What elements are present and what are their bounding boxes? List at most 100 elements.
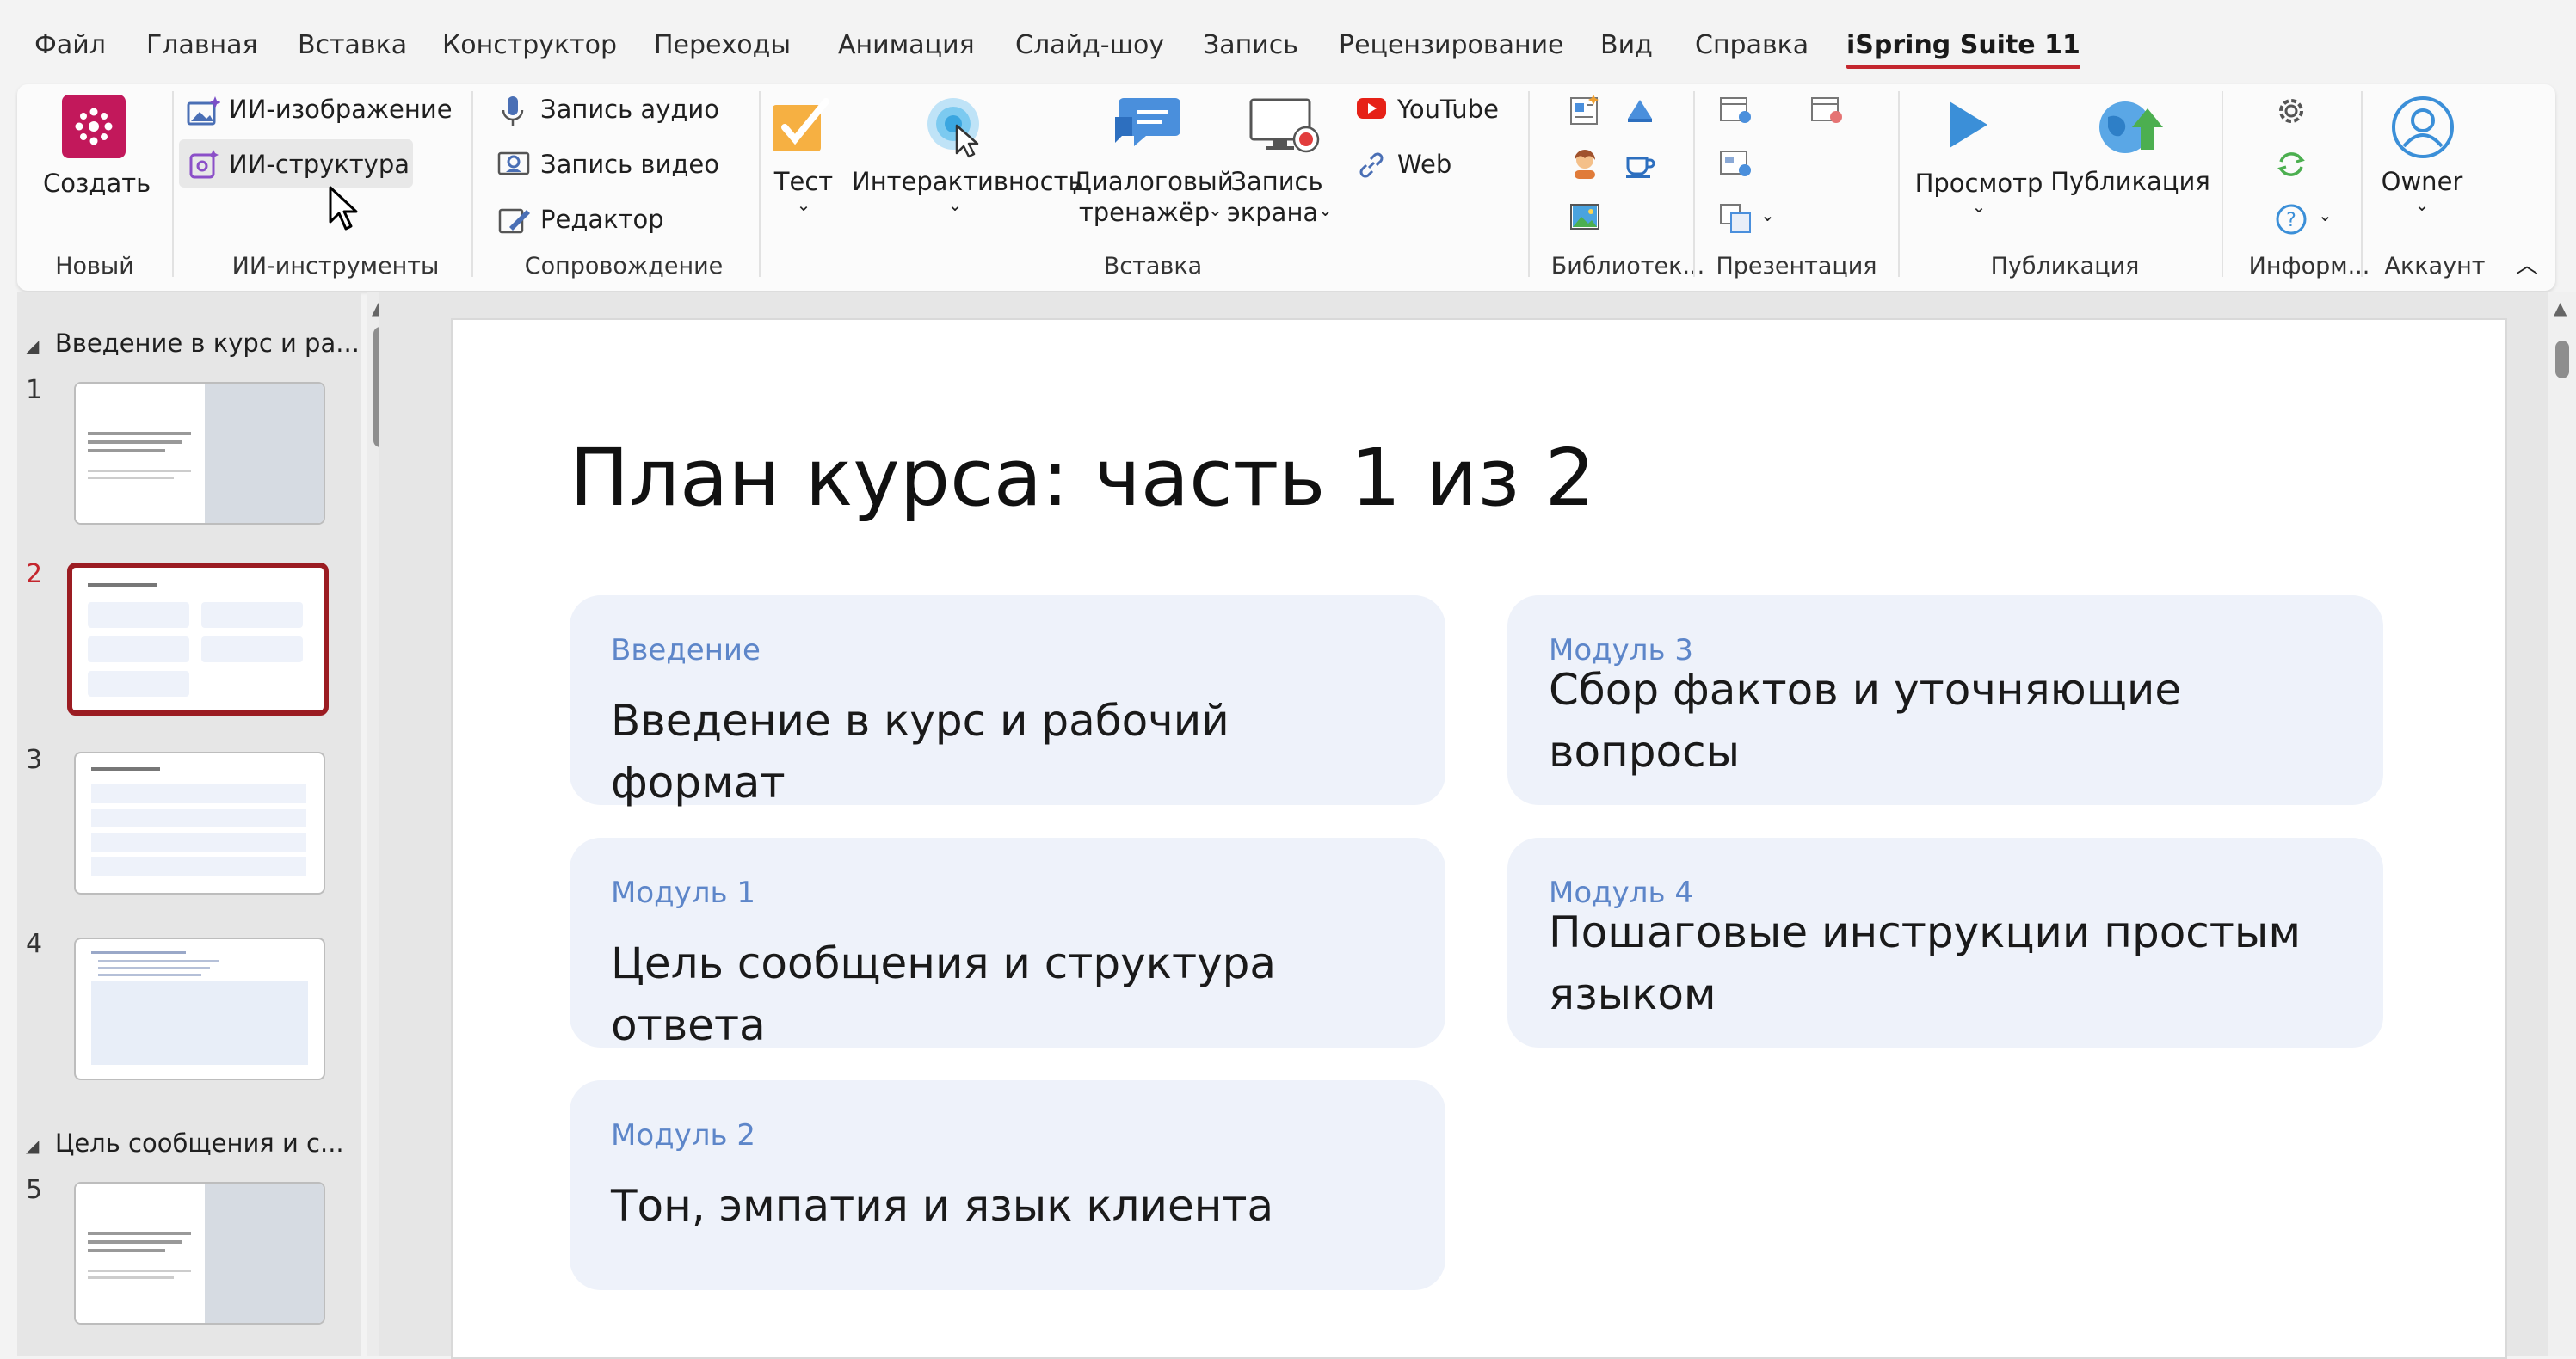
tab-design[interactable]: Конструктор bbox=[442, 24, 617, 67]
tab-view[interactable]: Вид bbox=[1600, 24, 1653, 67]
user-avatar-icon[interactable] bbox=[2388, 93, 2457, 165]
thumb-text-area bbox=[76, 384, 205, 523]
ai-image-button[interactable]: ИИ-изображение bbox=[229, 95, 453, 124]
course-card[interactable]: Модуль 4 Пошаговые инструкции простым яз… bbox=[1507, 838, 2383, 1048]
screen-record-label-1[interactable]: Запись bbox=[1225, 167, 1328, 196]
menu-bar: Файл Главная Вставка Конструктор Переход… bbox=[0, 0, 2576, 86]
screen-record-icon[interactable] bbox=[1248, 95, 1323, 163]
tab-ispring-suite[interactable]: iSpring Suite 11 bbox=[1846, 24, 2080, 69]
card-text: Введение в курс и рабочий формат bbox=[611, 696, 1229, 808]
tab-home[interactable]: Главная bbox=[146, 24, 258, 67]
course-card[interactable]: Модуль 3 Сбор фактов и уточняющие вопрос… bbox=[1507, 595, 2383, 805]
chevron-down-icon[interactable]: ⌄ bbox=[852, 194, 1058, 215]
dialog-simulator-label-2[interactable]: тренажёр bbox=[1058, 198, 1230, 227]
slide-properties-icon[interactable] bbox=[1717, 146, 1755, 184]
card-text: Пошаговые инструкции простым языком bbox=[1549, 907, 2302, 1019]
account-owner[interactable]: Owner bbox=[2366, 167, 2478, 196]
image-library-icon[interactable] bbox=[1568, 200, 1602, 237]
cup-icon[interactable] bbox=[1623, 146, 1657, 184]
tab-slideshow[interactable]: Слайд-шоу bbox=[1015, 24, 1164, 67]
slide-title[interactable]: План курса: часть 1 из 2 bbox=[570, 432, 1595, 524]
tab-record[interactable]: Запись bbox=[1203, 24, 1298, 67]
chevron-down-icon[interactable]: ⌄ bbox=[1893, 196, 2065, 217]
microphone-icon bbox=[501, 95, 525, 132]
create-button-label[interactable]: Создать bbox=[43, 169, 151, 198]
group-label-account: Аккаунт bbox=[2384, 253, 2486, 280]
web-button[interactable]: Web bbox=[1397, 150, 1451, 179]
interactivity-button[interactable]: Интерактивность bbox=[852, 167, 1083, 196]
course-card[interactable]: Модуль 1 Цель сообщения и структура отве… bbox=[570, 838, 1445, 1050]
tab-file[interactable]: Файл bbox=[34, 24, 106, 67]
publish-icon[interactable] bbox=[2096, 95, 2165, 160]
section-header[interactable]: ◢ Цель сообщения и с... bbox=[26, 1128, 344, 1158]
slides-panel: ◢ Введение в курс и ра... 1 2 3 4 ◢ Цель… bbox=[17, 292, 392, 1356]
group-separator bbox=[471, 91, 473, 277]
card-text: Тон, эмпатия и язык клиента bbox=[611, 1181, 1274, 1231]
presentation-resources-icon[interactable] bbox=[1809, 93, 1846, 131]
group-separator bbox=[1528, 91, 1530, 277]
preview-button[interactable]: Просмотр bbox=[1893, 169, 2065, 198]
tab-review[interactable]: Рецензирование bbox=[1339, 24, 1564, 67]
interactivity-icon[interactable] bbox=[921, 93, 989, 162]
screen-record-label-2[interactable]: экрана bbox=[1225, 198, 1320, 227]
create-icon[interactable] bbox=[62, 95, 126, 158]
test-button[interactable]: Тест bbox=[761, 167, 847, 196]
presentation-settings-icon[interactable] bbox=[1717, 93, 1755, 131]
translate-icon[interactable] bbox=[1717, 200, 1755, 237]
ribbon: Создать Новый ИИ-изображение ИИ-структур… bbox=[17, 84, 2555, 291]
chevron-down-icon[interactable]: ⌄ bbox=[761, 194, 847, 215]
editor-scrollbar-track[interactable]: ▲ bbox=[2548, 292, 2576, 1356]
dialog-simulator-label-1[interactable]: Диалоговый bbox=[1058, 167, 1248, 196]
gear-icon[interactable] bbox=[2273, 93, 2309, 132]
youtube-button[interactable]: YouTube bbox=[1397, 95, 1499, 124]
update-icon[interactable] bbox=[2273, 146, 2309, 186]
objects-library-icon[interactable] bbox=[1623, 93, 1657, 131]
collapse-triangle-icon[interactable]: ◢ bbox=[26, 335, 39, 356]
slide-thumbnail-1[interactable] bbox=[74, 382, 325, 525]
record-video-icon bbox=[497, 150, 532, 184]
slide-thumbnail-3[interactable] bbox=[74, 752, 325, 895]
course-card[interactable]: Введение Введение в курс и рабочий форма… bbox=[570, 595, 1445, 808]
chevron-down-icon[interactable]: ⌄ bbox=[2366, 194, 2478, 215]
record-video-button[interactable]: Запись видео bbox=[540, 150, 719, 179]
group-label-info: Информ... bbox=[2248, 253, 2370, 280]
collapse-triangle-icon[interactable]: ◢ bbox=[26, 1135, 39, 1156]
test-icon[interactable] bbox=[769, 96, 835, 160]
thumb-image-area bbox=[205, 384, 324, 523]
slide-thumbnail-5[interactable] bbox=[74, 1182, 325, 1325]
tab-insert[interactable]: Вставка bbox=[298, 24, 407, 67]
character-icon[interactable] bbox=[1568, 146, 1602, 184]
slide-canvas[interactable]: План курса: часть 1 из 2 Введение Введен… bbox=[451, 318, 2507, 1359]
tab-help[interactable]: Справка bbox=[1695, 24, 1809, 67]
publish-button[interactable]: Публикация bbox=[2044, 167, 2216, 196]
characters-library-icon[interactable] bbox=[1568, 93, 1602, 131]
slide-thumbnail-4[interactable] bbox=[74, 938, 325, 1080]
course-card[interactable]: Модуль 2 Тон, эмпатия и язык клиента bbox=[570, 1080, 1445, 1290]
ai-structure-icon bbox=[188, 150, 219, 184]
slide-number: 5 bbox=[26, 1175, 43, 1205]
dialog-simulator-icon[interactable] bbox=[1112, 95, 1186, 158]
editor-button[interactable]: Редактор bbox=[540, 205, 664, 234]
play-icon[interactable] bbox=[1941, 96, 1993, 157]
section-header[interactable]: ◢ Введение в курс и ра... bbox=[26, 329, 360, 358]
scroll-up-arrow-icon[interactable]: ▲ bbox=[2554, 298, 2567, 318]
card-text: Цель сообщения и структура ответа bbox=[611, 938, 1277, 1050]
group-separator bbox=[2361, 91, 2363, 277]
tab-animation[interactable]: Анимация bbox=[838, 24, 975, 67]
tab-transitions[interactable]: Переходы bbox=[654, 24, 791, 67]
card-text: Сбор фактов и уточняющие вопросы bbox=[1549, 665, 2182, 777]
youtube-icon bbox=[1356, 96, 1387, 124]
chevron-down-icon[interactable]: ⌄ bbox=[1318, 200, 1333, 220]
group-label-accompaniment: Сопровождение bbox=[524, 253, 724, 280]
editor-scrollbar-thumb[interactable] bbox=[2555, 341, 2569, 378]
chevron-down-icon[interactable]: ⌄ bbox=[1760, 205, 1775, 225]
chevron-down-icon[interactable]: ⌄ bbox=[1208, 200, 1223, 220]
chevron-down-icon[interactable]: ⌄ bbox=[2318, 205, 2333, 225]
slide-number: 4 bbox=[26, 929, 43, 959]
collapse-ribbon-icon[interactable]: ︿ bbox=[2516, 248, 2538, 280]
slide-thumbnail-2-selected[interactable] bbox=[67, 563, 329, 716]
record-audio-button[interactable]: Запись аудио bbox=[540, 95, 719, 124]
help-icon[interactable]: ? bbox=[2273, 201, 2309, 241]
slide-number: 3 bbox=[26, 745, 43, 775]
ai-structure-button[interactable]: ИИ-структура bbox=[229, 150, 410, 179]
